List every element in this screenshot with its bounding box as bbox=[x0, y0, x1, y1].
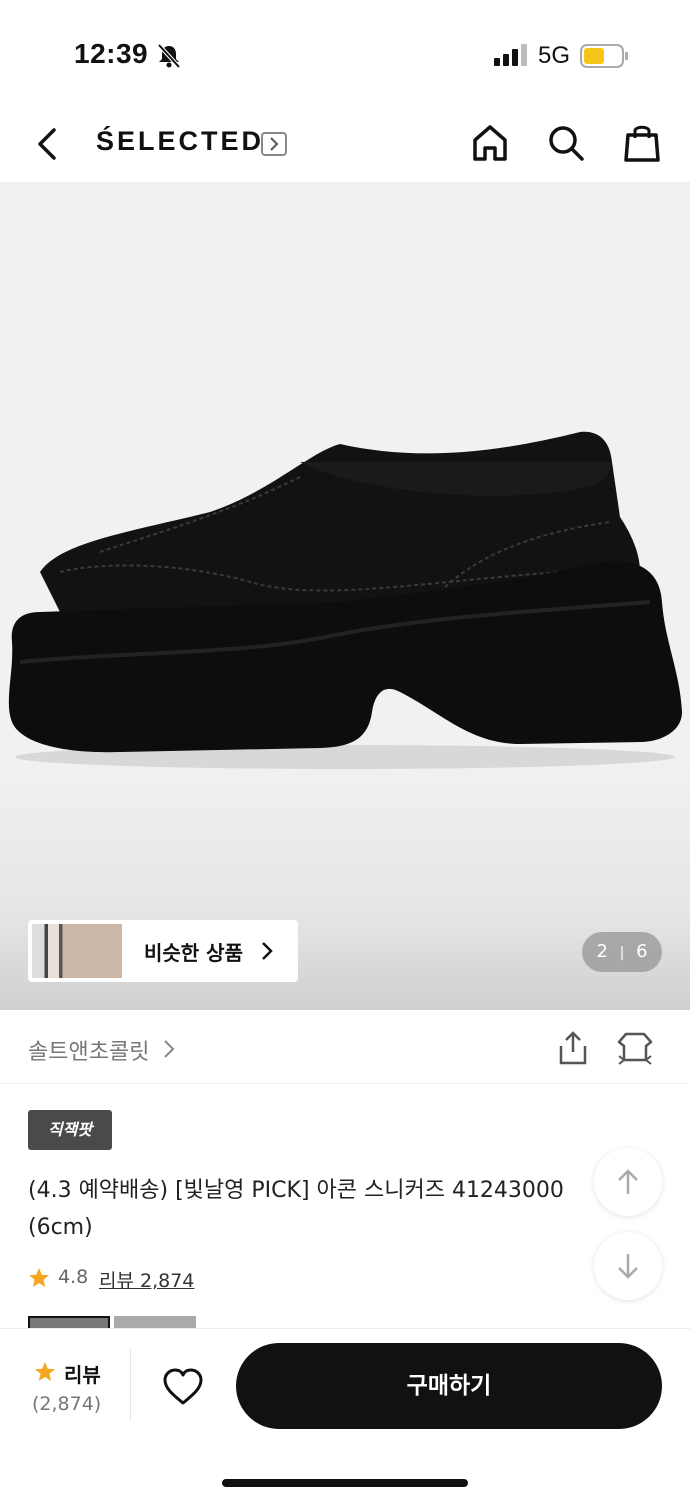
network-label: 5G bbox=[538, 42, 571, 69]
brand-row: 솔트앤초콜릿 bbox=[0, 1010, 690, 1084]
review-link[interactable]: 리뷰 2,874 bbox=[99, 1266, 194, 1293]
similar-products-button[interactable]: 비슷한 상품 bbox=[28, 920, 298, 982]
fitting-icon[interactable] bbox=[616, 1030, 654, 1066]
status-time: 12:39 bbox=[74, 38, 149, 69]
arrow-down-icon bbox=[618, 1254, 638, 1279]
home-indicator bbox=[222, 1479, 468, 1487]
review-summary-button[interactable]: 리뷰 (2,874) bbox=[28, 1357, 118, 1421]
search-icon[interactable] bbox=[546, 122, 586, 164]
rating-value: 4.8 bbox=[58, 1266, 89, 1288]
arrow-up-icon bbox=[618, 1169, 638, 1194]
scroll-up-button[interactable] bbox=[594, 1148, 662, 1216]
star-icon bbox=[29, 1268, 49, 1287]
bottom-bar: 리뷰 (2,874) 구매하기 bbox=[0, 1328, 690, 1500]
similar-products-label: 비슷한 상품 bbox=[144, 941, 243, 965]
page-total: 6 bbox=[636, 941, 648, 962]
chevron-right-icon[interactable] bbox=[261, 132, 287, 156]
bag-icon[interactable] bbox=[622, 122, 662, 164]
similar-products-thumbnail bbox=[32, 924, 122, 978]
page-current: 2 bbox=[596, 941, 608, 962]
chevron-right-icon[interactable] bbox=[162, 1038, 176, 1060]
page-indicator: 2 | 6 bbox=[582, 932, 662, 972]
scroll-down-button[interactable] bbox=[594, 1232, 662, 1300]
home-icon[interactable] bbox=[470, 122, 510, 164]
signal-icon bbox=[494, 44, 527, 66]
color-thumbnail[interactable] bbox=[28, 1316, 110, 1328]
brand-link[interactable]: 솔트앤초콜릿 bbox=[28, 1034, 149, 1066]
battery-icon bbox=[580, 44, 628, 68]
product-image[interactable]: 비슷한 상품 2 | 6 bbox=[0, 182, 690, 1010]
product-title: (4.3 예약배송) [빛날영 PICK] 아콘 스니커즈 41243000 (… bbox=[28, 1178, 564, 1240]
share-icon[interactable] bbox=[556, 1030, 590, 1066]
status-bar: 12:39 5G bbox=[0, 0, 690, 110]
color-thumbnails bbox=[28, 1316, 198, 1328]
color-thumbnail[interactable] bbox=[114, 1316, 196, 1328]
heart-icon[interactable] bbox=[162, 1367, 204, 1407]
bell-off-icon bbox=[157, 43, 181, 69]
buy-button[interactable]: 구매하기 bbox=[236, 1343, 662, 1429]
divider bbox=[130, 1349, 131, 1421]
review-label: 리뷰 bbox=[64, 1363, 101, 1387]
product-photo bbox=[8, 431, 682, 769]
star-icon bbox=[35, 1362, 55, 1381]
review-count: (2,874) bbox=[32, 1393, 102, 1415]
chevron-right-icon bbox=[262, 942, 273, 960]
deal-badge: 직잭팟 bbox=[28, 1110, 112, 1150]
back-icon[interactable] bbox=[30, 124, 66, 164]
nav-bar: ŚELECTED bbox=[0, 110, 690, 182]
page-separator: | bbox=[619, 945, 625, 961]
brand-title[interactable]: ŚELECTED bbox=[96, 126, 264, 157]
